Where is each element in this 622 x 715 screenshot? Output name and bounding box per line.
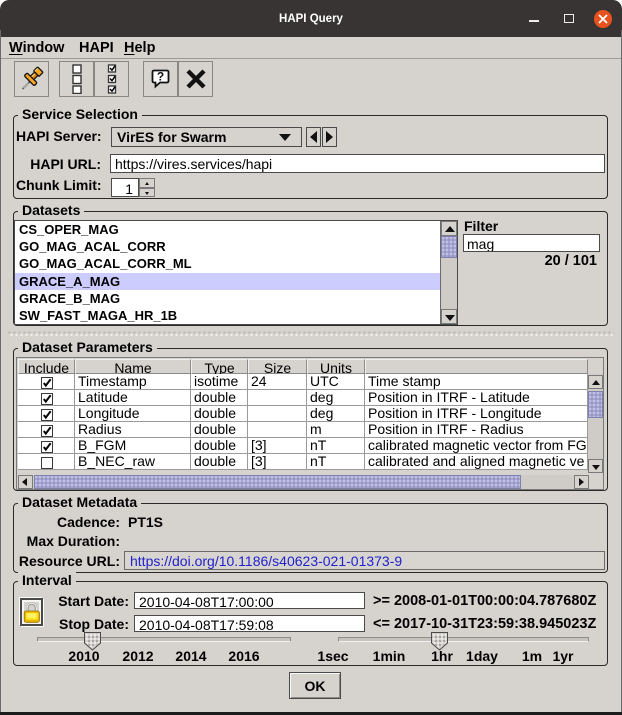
svg-text:?: ?	[156, 70, 163, 84]
